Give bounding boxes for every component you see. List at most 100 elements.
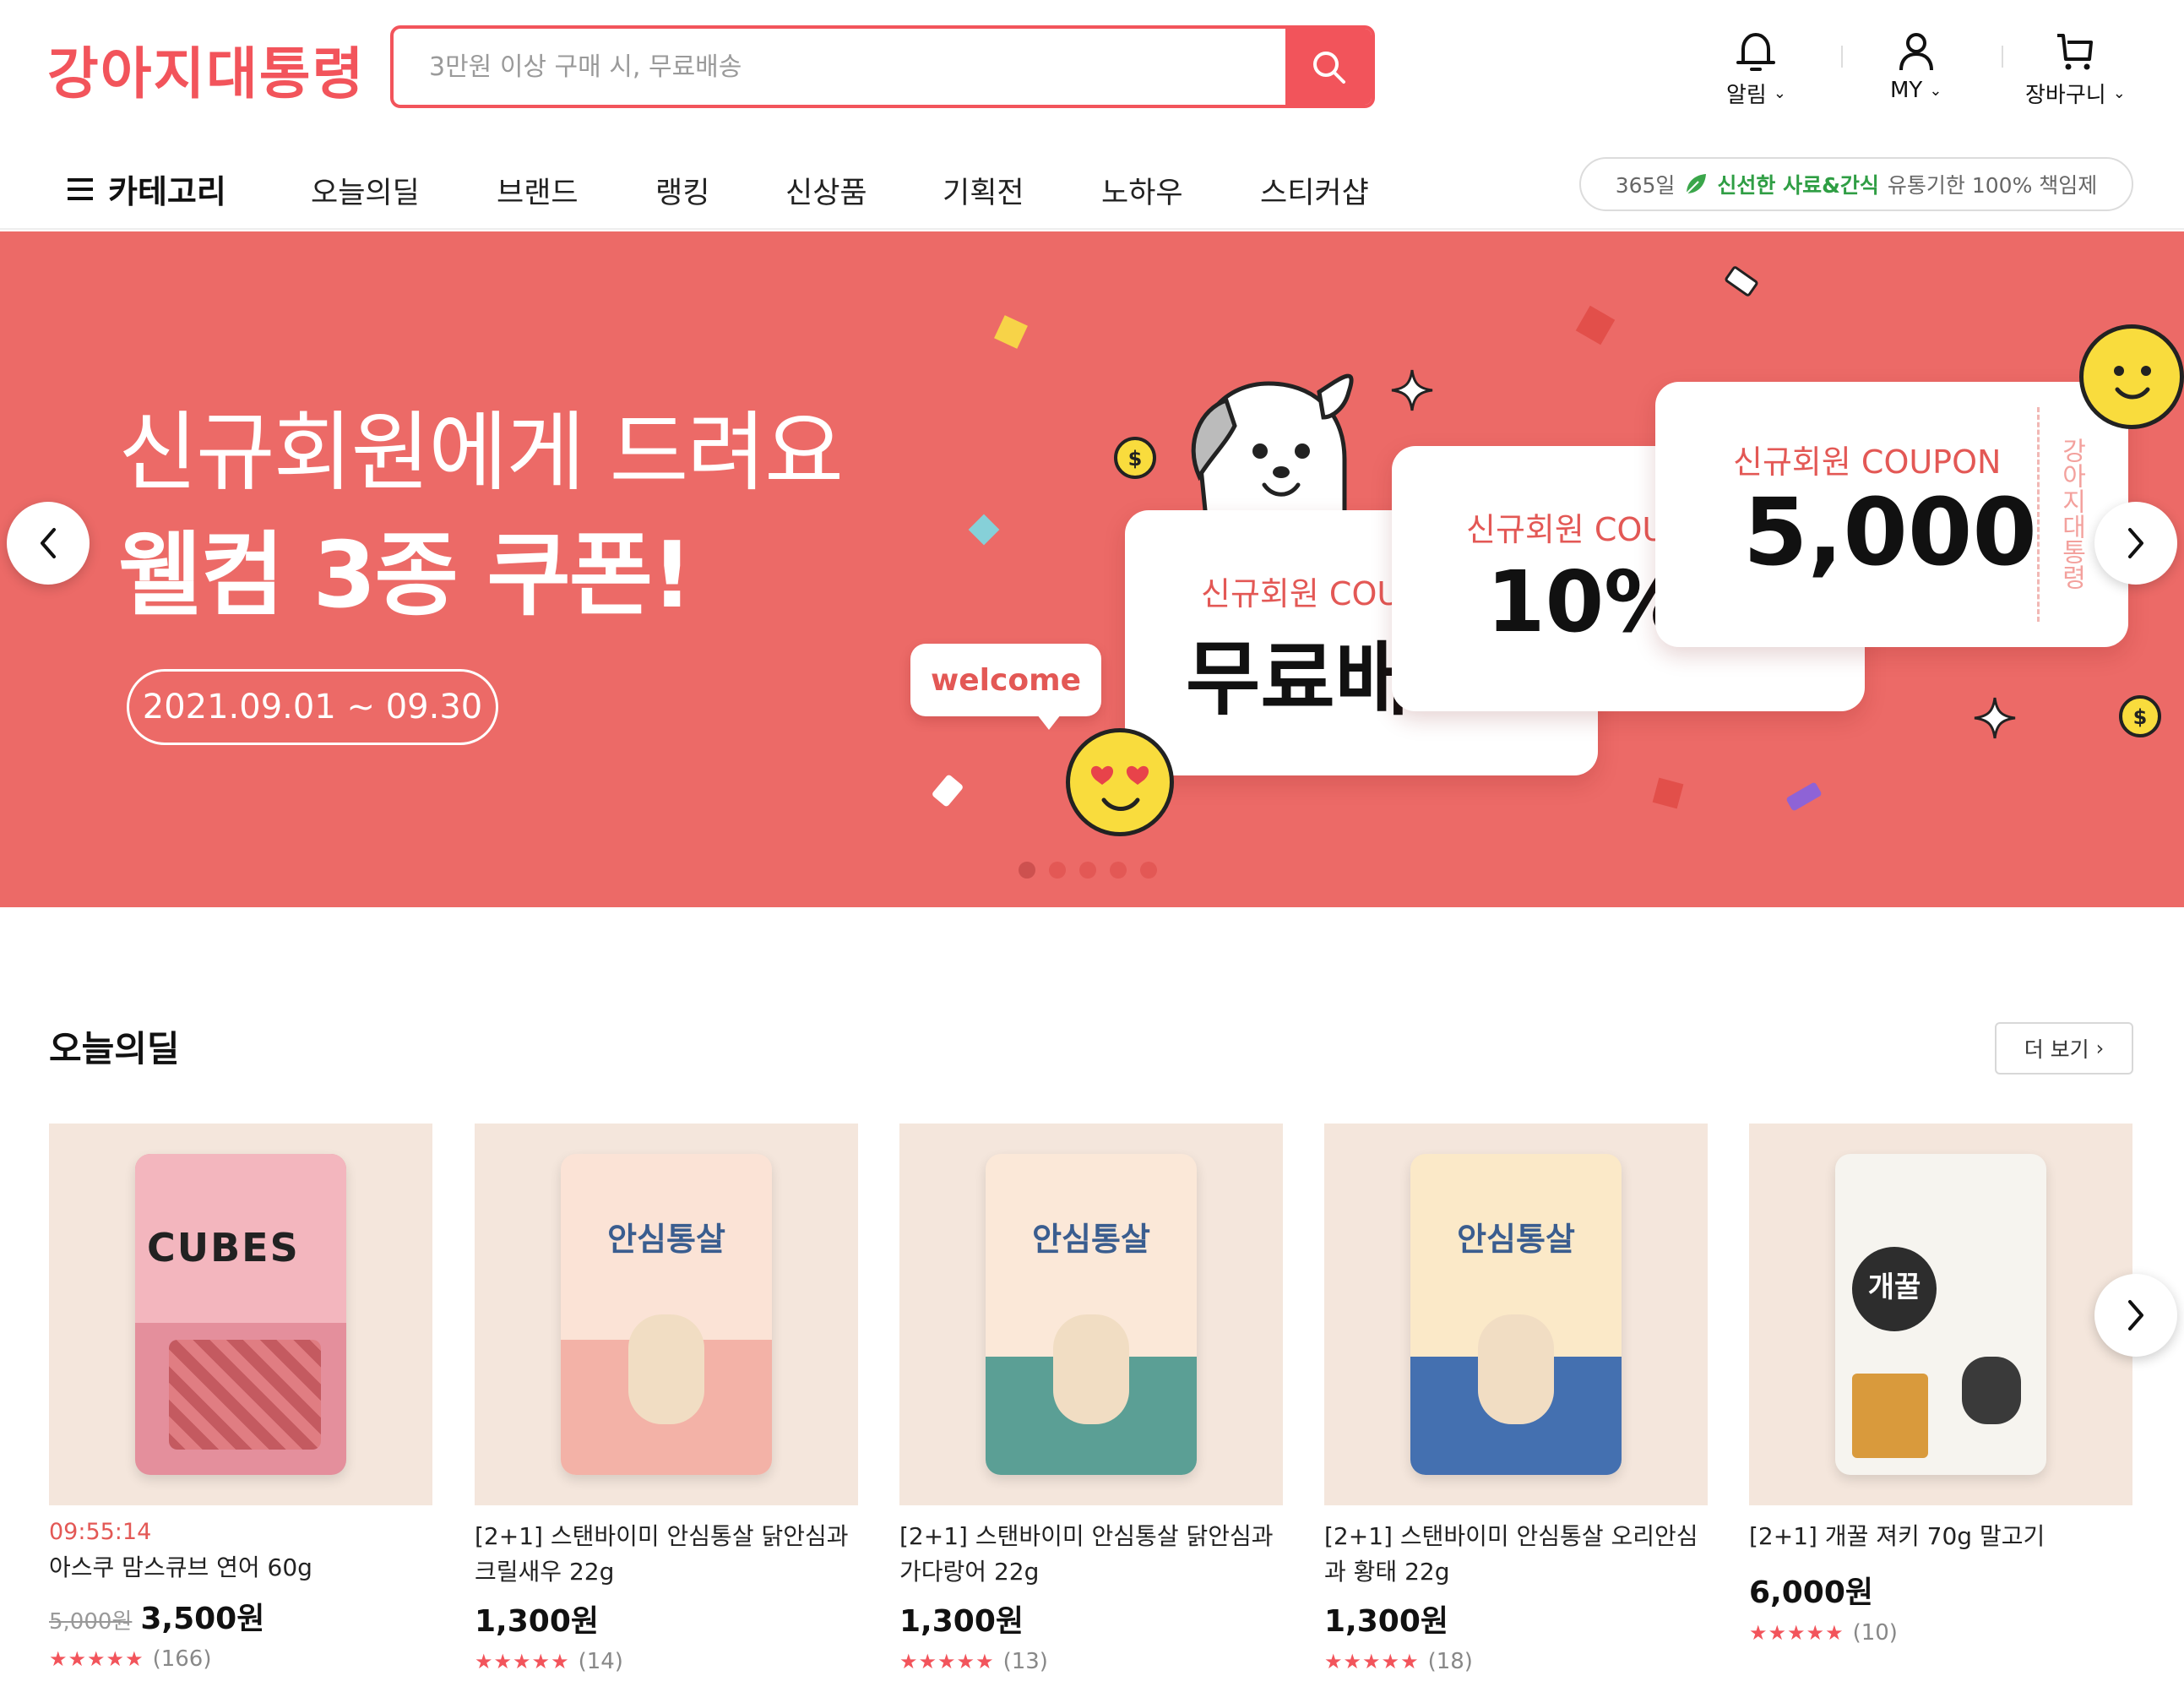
pagination-dot[interactable] — [1019, 862, 1035, 879]
nav-item-todays-deal[interactable]: 오늘의딜 — [311, 169, 420, 212]
pagination-dot[interactable] — [1110, 862, 1127, 879]
coupon-title: 신규회원 COUP — [1466, 511, 1686, 548]
product-card[interactable]: 안심통살 [2+1] 스탠바이미 안심통살 오리안심과 황태 22g 1,300… — [1324, 1124, 1708, 1674]
star-rating-icon: ★★★★★ — [899, 1650, 995, 1673]
pagination-dot[interactable] — [1049, 862, 1066, 879]
cart-icon — [2057, 34, 2094, 70]
welcome-bubble: welcome — [910, 644, 1101, 730]
banner-pagination — [1019, 862, 1157, 879]
nav-item-new[interactable]: 신상품 — [785, 169, 867, 212]
category-label: 카테고리 — [108, 173, 226, 210]
review-count: (13) — [1002, 1649, 1048, 1674]
package-label: 안심통살 — [607, 1221, 725, 1258]
product-card[interactable]: CUBES 09:55:14 아스쿠 맘스큐브 연어 60g 5,000원 3,… — [49, 1124, 432, 1672]
hero-banner[interactable]: 신규회원에게 드려요 웰컴 3종 쿠폰! 2021.09.01 ~ 09.30 … — [0, 231, 2184, 907]
sparkle-icon — [1391, 369, 1433, 411]
user-icon — [1899, 33, 1933, 71]
product-name[interactable]: [2+1] 스탠바이미 안심통살 닭안심과 가다랑어 22g — [899, 1519, 1283, 1590]
freshness-highlight: 신선한 사료&간식 — [1717, 173, 1879, 198]
category-menu-button[interactable]: 카테고리 — [68, 166, 226, 212]
product-package: 안심통살 — [561, 1154, 772, 1475]
site-logo[interactable]: 강아지대통령 — [47, 29, 365, 110]
leaf-icon — [1686, 174, 1707, 194]
product-image[interactable]: 안심통살 — [475, 1124, 858, 1505]
product-image[interactable]: 안심통살 — [1324, 1124, 1708, 1505]
product-name[interactable]: 아스쿠 맘스큐브 연어 60g — [49, 1550, 432, 1587]
alarm-label: 알림 — [1726, 83, 1767, 108]
product-card[interactable]: 안심통살 [2+1] 스탠바이미 안심통살 닭안심과 크릴새우 22g 1,30… — [475, 1124, 858, 1674]
star-rating-icon: ★★★★★ — [49, 1647, 144, 1671]
product-card[interactable]: 개꿀 [2+1] 개꿀 져키 70g 말고기 6,000원 ★★★★★ (10) — [1749, 1124, 2132, 1646]
alarm-button[interactable]: 알림 ⌄ — [1726, 30, 1786, 109]
review-count: (10) — [1852, 1620, 1898, 1646]
confetti-decoration — [931, 774, 964, 808]
chevron-left-icon — [41, 528, 56, 558]
chevron-down-icon: ⌄ — [2112, 84, 2126, 102]
divider — [1841, 46, 1843, 68]
package-label: 안심통살 — [1032, 1221, 1150, 1258]
sale-price: 1,300원 — [899, 1604, 1024, 1639]
product-name[interactable]: [2+1] 스탠바이미 안심통살 오리안심과 황태 22g — [1324, 1519, 1708, 1590]
coupon-perforation — [2037, 407, 2040, 622]
product-image[interactable]: 개꿀 — [1749, 1124, 2132, 1505]
product-image[interactable]: 안심통살 — [899, 1124, 1283, 1505]
chevron-down-icon: ⌄ — [1929, 81, 1942, 100]
chevron-down-icon: ⌄ — [1773, 84, 1786, 102]
product-card[interactable]: 안심통살 [2+1] 스탠바이미 안심통살 닭안심과 가다랑어 22g 1,30… — [899, 1124, 1283, 1674]
product-image[interactable]: CUBES — [49, 1124, 432, 1505]
confetti-decoration — [1785, 781, 1823, 812]
sale-price: 6,000원 — [1749, 1575, 1873, 1610]
freshness-badge: 365일 신선한 사료&간식 유통기한 100% 책임제 — [1579, 157, 2133, 211]
review-count: (166) — [152, 1646, 212, 1672]
banner-period: 2021.09.01 ~ 09.30 — [127, 669, 498, 745]
sparkle-icon — [1974, 697, 2016, 739]
product-rating: ★★★★★ (166) — [49, 1646, 432, 1672]
product-name[interactable]: [2+1] 개꿀 져키 70g 말고기 — [1749, 1519, 2132, 1556]
coupon-value: 무료배 — [1186, 632, 1410, 726]
confetti-decoration — [1575, 305, 1616, 345]
package-label: 개꿀 — [1867, 1270, 1921, 1304]
search-icon — [1313, 52, 1345, 84]
product-name[interactable]: [2+1] 스탠바이미 안심통살 닭안심과 크릴새우 22g — [475, 1519, 858, 1590]
banner-next-button[interactable] — [2094, 502, 2177, 585]
confetti-decoration — [968, 514, 1000, 546]
svg-text:$: $ — [2133, 705, 2148, 729]
svg-text:$: $ — [1128, 447, 1143, 471]
original-price: 5,000원 — [49, 1609, 133, 1635]
search-button[interactable] — [1285, 29, 1372, 105]
banner-prev-button[interactable] — [7, 502, 90, 585]
banner-subheadline: 웰컴 3종 쿠폰! — [118, 523, 693, 628]
main-nav: 카테고리 오늘의딜 브랜드 랭킹 신상품 기획전 노하우 스티커샵 365일 신… — [0, 149, 2184, 230]
confetti-decoration — [1652, 777, 1684, 809]
sale-price: 1,300원 — [475, 1604, 599, 1639]
product-package: 안심통살 — [1410, 1154, 1622, 1475]
my-button[interactable]: MY ⌄ — [1890, 30, 1942, 103]
search-input[interactable] — [394, 29, 1289, 105]
coupon-5000: 신규회원 COUPON 5,000 강아지대통령 — [1655, 382, 2128, 647]
pagination-dot[interactable] — [1079, 862, 1096, 879]
my-label: MY — [1890, 78, 1923, 103]
nav-item-sticker-shop[interactable]: 스티커샵 — [1260, 169, 1369, 212]
confetti-decoration — [1723, 264, 1760, 298]
nav-item-knowhow[interactable]: 노하우 — [1101, 169, 1183, 212]
section-title: 오늘의딜 — [49, 1028, 180, 1069]
package-label: 안심통살 — [1457, 1221, 1575, 1258]
review-count: (14) — [578, 1649, 623, 1674]
products-next-button[interactable] — [2094, 1274, 2177, 1357]
product-rating: ★★★★★ (13) — [899, 1649, 1283, 1674]
review-count: (18) — [1427, 1649, 1473, 1674]
smiley-icon — [2079, 324, 2184, 429]
chevron-right-icon: › — [2095, 1036, 2105, 1060]
cart-button[interactable]: 장바구니 ⌄ — [2025, 30, 2126, 109]
nav-item-brand[interactable]: 브랜드 — [497, 169, 579, 212]
pagination-dot[interactable] — [1140, 862, 1157, 879]
nav-item-exhibition[interactable]: 기획전 — [943, 169, 1024, 212]
more-label: 더 보기 — [2024, 1037, 2089, 1062]
freshness-days: 365일 — [1615, 173, 1676, 198]
confetti-decoration — [994, 315, 1028, 349]
menu-icon — [68, 177, 93, 200]
more-button[interactable]: 더 보기 › — [1995, 1022, 2133, 1075]
cart-label: 장바구니 — [2025, 83, 2106, 108]
nav-item-ranking[interactable]: 랭킹 — [655, 169, 709, 212]
smiley-heart-eyes-icon — [1066, 728, 1174, 836]
